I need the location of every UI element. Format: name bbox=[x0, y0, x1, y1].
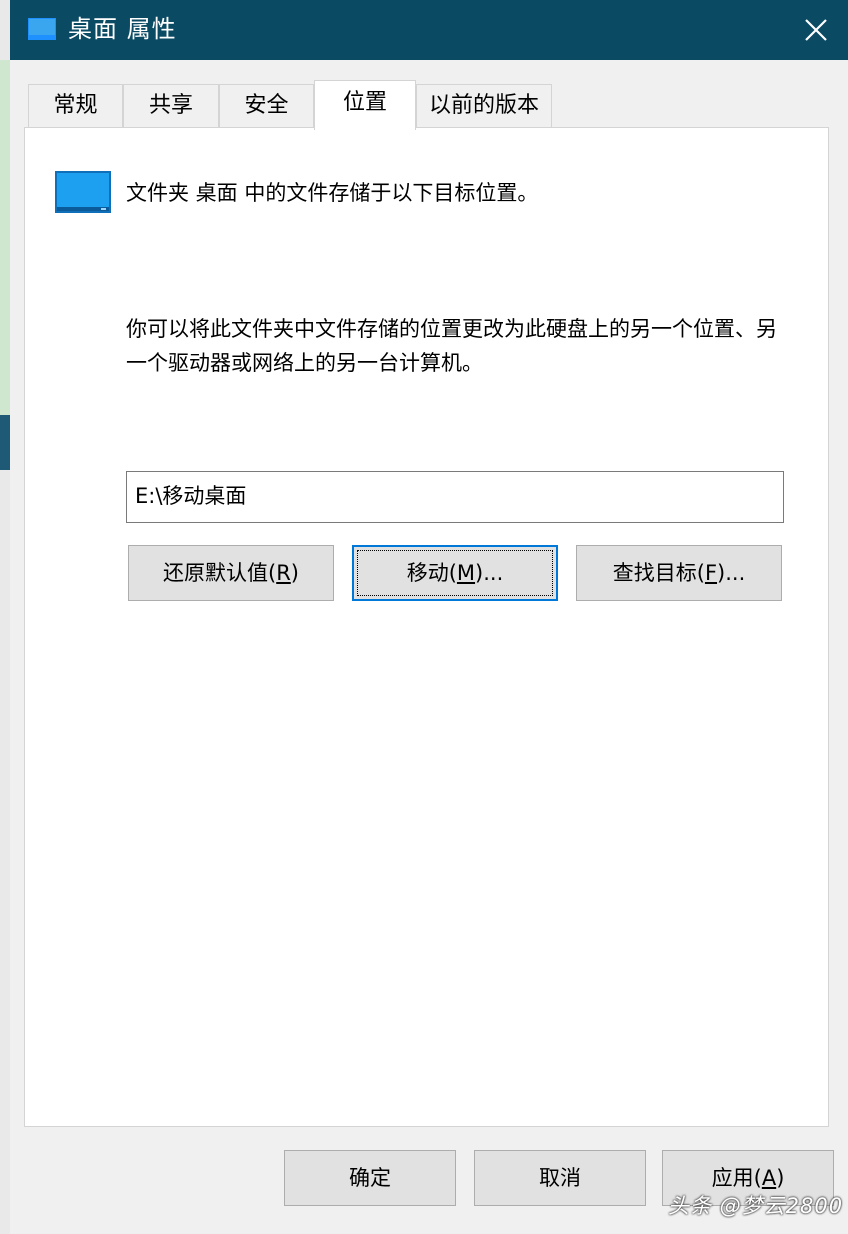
ok-button[interactable]: 确定 bbox=[284, 1150, 456, 1206]
find-target-button[interactable]: 查找目标(F)... bbox=[576, 545, 782, 601]
window-title: 桌面 属性 bbox=[68, 15, 177, 43]
location-panel: 文件夹 桌面 中的文件存储于以下目标位置。 你可以将此文件夹中文件存储的位置更改… bbox=[24, 127, 829, 1127]
restore-default-button[interactable]: 还原默认值(R) bbox=[128, 545, 334, 601]
background-window-strip bbox=[0, 60, 10, 415]
close-button[interactable] bbox=[784, 0, 848, 60]
folder-icon bbox=[28, 18, 56, 40]
tab-location[interactable]: 位置 bbox=[314, 80, 416, 130]
cancel-button[interactable]: 取消 bbox=[474, 1150, 646, 1206]
location-heading: 文件夹 桌面 中的文件存储于以下目标位置。 bbox=[126, 181, 539, 205]
location-description: 你可以将此文件夹中文件存储的位置更改为此硬盘上的另一个位置、另一个驱动器或网络上… bbox=[126, 317, 777, 375]
tab-previous-versions[interactable]: 以前的版本 bbox=[416, 84, 552, 128]
target-path-input[interactable]: E:\移动桌面 bbox=[126, 471, 784, 523]
tab-general[interactable]: 常规 bbox=[28, 84, 123, 128]
properties-dialog: 桌面 属性 常规 共享 安全 位置 以前的版本 文件夹 桌面 中的文件存储于以下… bbox=[10, 0, 848, 1234]
move-button[interactable]: 移动(M)... bbox=[352, 545, 558, 601]
title-bar[interactable]: 桌面 属性 bbox=[10, 0, 848, 60]
close-icon bbox=[805, 19, 827, 41]
tab-sharing[interactable]: 共享 bbox=[123, 84, 219, 128]
desktop-folder-icon bbox=[55, 171, 111, 213]
background-window-strip-dark bbox=[0, 415, 10, 470]
watermark: 头条 @梦云2800 bbox=[668, 1194, 844, 1218]
tab-security[interactable]: 安全 bbox=[219, 84, 314, 128]
